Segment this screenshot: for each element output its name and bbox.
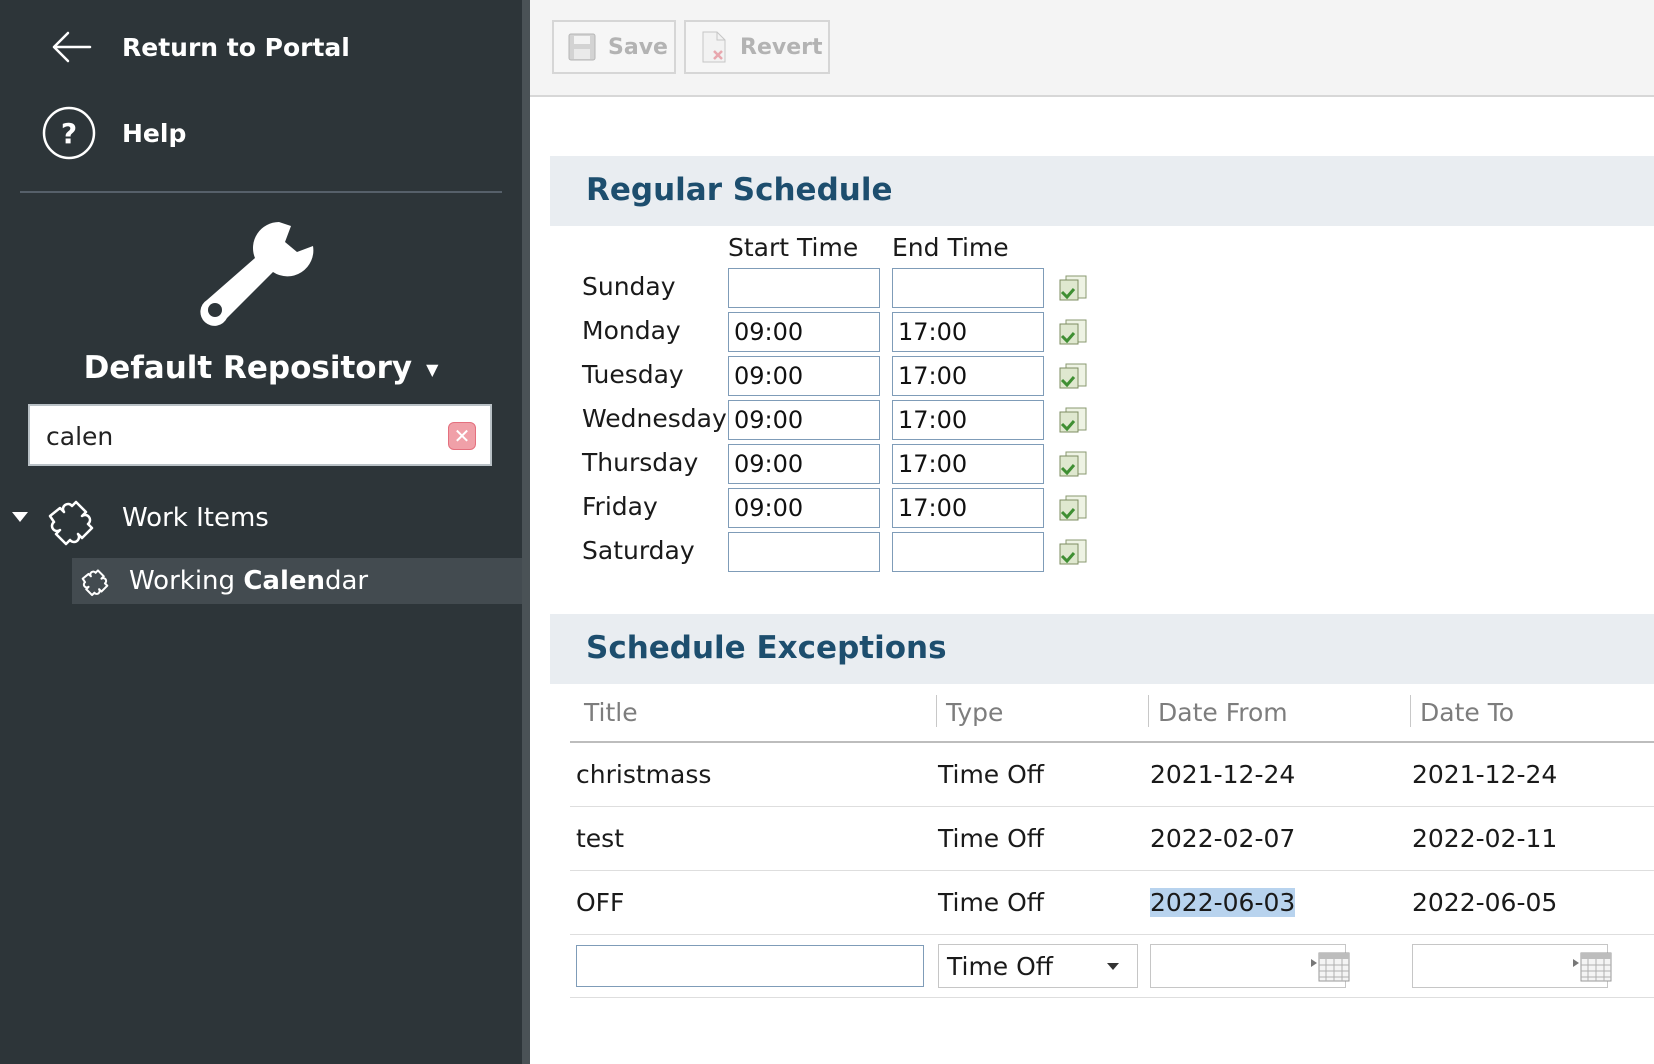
caret-down-icon: ▼: [426, 360, 439, 379]
new-exception-date-to-input[interactable]: [1412, 944, 1612, 988]
tree-item-work-items-label: Work Items: [122, 503, 269, 533]
regular-schedule-header: Regular Schedule: [550, 156, 1654, 226]
puzzle-small-icon: [78, 565, 112, 601]
clear-search-icon[interactable]: ✕: [448, 422, 476, 450]
puzzle-icon: [42, 494, 100, 553]
column-header-date-from[interactable]: Date From: [1158, 698, 1288, 727]
copy-schedule-icon[interactable]: [1056, 314, 1090, 348]
start-time-input[interactable]: [728, 356, 880, 396]
copy-schedule-icon[interactable]: [1056, 358, 1090, 392]
search-match-highlight: Calen: [243, 566, 325, 596]
save-button[interactable]: Save: [552, 20, 676, 74]
column-header-date-to[interactable]: Date To: [1420, 698, 1514, 727]
tree-item-work-items[interactable]: Work Items: [0, 494, 522, 546]
new-exception-date-from-input[interactable]: [1150, 944, 1350, 988]
end-time-input[interactable]: [892, 268, 1044, 308]
column-header-title[interactable]: Title: [584, 698, 638, 727]
cell-date-from: 2022-02-07: [1150, 824, 1296, 853]
start-time-input[interactable]: [728, 268, 880, 308]
start-time-input[interactable]: [728, 400, 880, 440]
search-input[interactable]: [44, 414, 448, 458]
repository-dropdown[interactable]: Default Repository ▼: [0, 350, 522, 386]
tree-item-working-calendar[interactable]: Working Calendar: [72, 558, 522, 604]
label-suffix: dar: [325, 566, 369, 596]
copy-schedule-icon[interactable]: [1056, 490, 1090, 524]
calendar-icon[interactable]: [1573, 949, 1613, 987]
start-time-header: Start Time: [728, 233, 859, 262]
start-time-input[interactable]: [728, 488, 880, 528]
copy-schedule-icon[interactable]: [1056, 402, 1090, 436]
repository-label: Default Repository: [83, 350, 413, 386]
regular-schedule-title: Regular Schedule: [586, 172, 893, 208]
schedule-exceptions-header: Schedule Exceptions: [550, 614, 1654, 684]
day-label: Sunday: [582, 272, 676, 301]
start-time-input[interactable]: [728, 312, 880, 352]
start-time-input[interactable]: [728, 532, 880, 572]
cell-title: test: [576, 824, 625, 853]
sidebar: Return to Portal ? Help Default Reposito…: [0, 0, 522, 1064]
new-exception-type-select[interactable]: Time Off: [938, 944, 1138, 988]
day-label: Thursday: [582, 448, 699, 477]
end-time-header: End Time: [892, 233, 1009, 262]
arrow-left-icon: [50, 30, 92, 70]
cell-type: Time Off: [938, 888, 1045, 917]
copy-schedule-icon[interactable]: [1056, 270, 1090, 304]
grid-bottom-divider: [570, 997, 1654, 998]
svg-text:?: ?: [61, 117, 77, 150]
schedule-exceptions-title: Schedule Exceptions: [586, 630, 947, 666]
cell-date-from: 2022-06-03: [1150, 888, 1296, 917]
new-exception-type-value: Time Off: [947, 951, 1054, 981]
wrench-icon: [195, 212, 320, 332]
dropdown-arrow-icon: [1107, 963, 1119, 970]
day-label: Wednesday: [582, 404, 727, 433]
help-label: Help: [122, 119, 187, 148]
cell-date-to: 2021-12-24: [1412, 760, 1558, 789]
copy-schedule-icon[interactable]: [1056, 534, 1090, 568]
sidebar-divider: [20, 191, 502, 193]
sidebar-splitter[interactable]: [522, 0, 530, 1064]
return-to-portal-label: Return to Portal: [122, 33, 350, 62]
revert-button[interactable]: Revert: [684, 20, 830, 74]
cell-title: OFF: [576, 888, 625, 917]
column-separator[interactable]: [1148, 695, 1149, 727]
day-label: Saturday: [582, 536, 695, 565]
day-label: Tuesday: [582, 360, 684, 389]
floppy-disk-icon: [568, 33, 596, 61]
revert-document-icon: [700, 31, 728, 63]
cell-title: christmass: [576, 760, 712, 789]
cell-type: Time Off: [938, 824, 1045, 853]
cell-type: Time Off: [938, 760, 1045, 789]
column-header-type[interactable]: Type: [946, 698, 1003, 727]
revert-label: Revert: [740, 34, 823, 60]
end-time-input[interactable]: [892, 356, 1044, 396]
help-link[interactable]: ? Help: [0, 106, 522, 162]
calendar-icon[interactable]: [1311, 949, 1351, 987]
end-time-input[interactable]: [892, 488, 1044, 528]
help-icon: ?: [42, 106, 96, 166]
column-separator[interactable]: [936, 695, 937, 727]
end-time-input[interactable]: [892, 312, 1044, 352]
cell-date-to: 2022-06-05: [1412, 888, 1558, 917]
label-prefix: Working: [129, 566, 244, 596]
expand-caret-icon: [12, 512, 28, 522]
end-time-input[interactable]: [892, 532, 1044, 572]
end-time-input[interactable]: [892, 444, 1044, 484]
tree-item-working-calendar-label: Working Calendar: [129, 566, 368, 596]
save-label: Save: [608, 34, 668, 60]
new-exception-title-input[interactable]: [576, 945, 924, 987]
toolbar: Save Revert: [530, 0, 1654, 97]
day-label: Monday: [582, 316, 681, 345]
day-label: Friday: [582, 492, 658, 521]
column-separator[interactable]: [1410, 695, 1411, 727]
cell-date-from: 2021-12-24: [1150, 760, 1296, 789]
row-divider: [570, 934, 1654, 935]
search-box: ✕: [28, 404, 492, 466]
return-to-portal-link[interactable]: Return to Portal: [0, 26, 522, 70]
cell-date-to: 2022-02-11: [1412, 824, 1558, 853]
end-time-input[interactable]: [892, 400, 1044, 440]
start-time-input[interactable]: [728, 444, 880, 484]
copy-schedule-icon[interactable]: [1056, 446, 1090, 480]
